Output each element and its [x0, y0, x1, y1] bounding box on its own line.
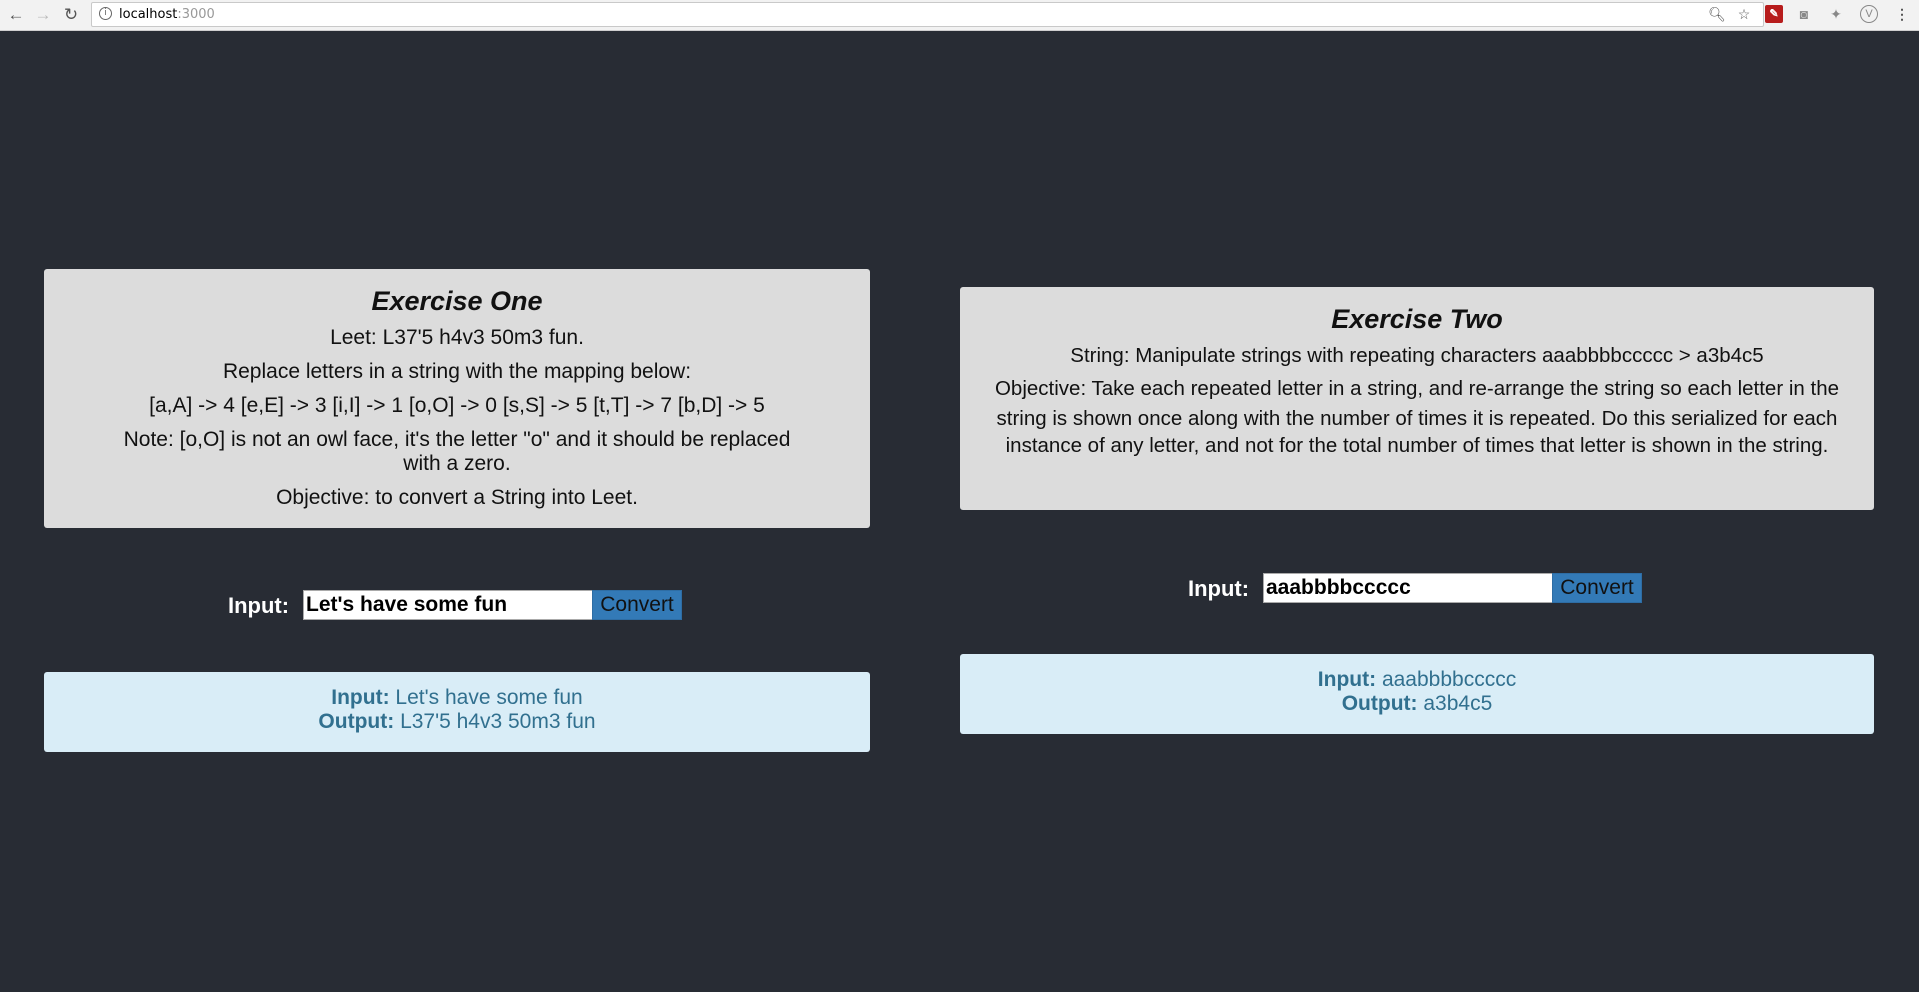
exercise-two-result-input: Input: aaabbbbccccc — [1317, 668, 1517, 691]
forward-icon[interactable]: → — [32, 4, 54, 26]
camera-icon[interactable]: ◙ — [1795, 5, 1813, 23]
exercise-two-card: Exercise Two String: Manipulate strings … — [960, 287, 1874, 510]
extension-v-icon[interactable]: V — [1860, 5, 1878, 23]
exercise-one-result: Input: Let's have some fun Output: L37'5… — [44, 672, 870, 752]
menu-icon[interactable]: ⋮ — [1893, 5, 1911, 23]
address-bar[interactable]: i localhost:3000 🔍︎ ☆ — [91, 2, 1764, 27]
exercise-two-input-row: Input: Convert — [1188, 573, 1643, 603]
exercise-two-result-output: Output: a3b4c5 — [1341, 692, 1493, 715]
exercise-two-objective-line: Objective: Take each repeated letter in … — [994, 377, 1840, 400]
exercise-two-string-line: String: Manipulate strings with repeatin… — [1070, 344, 1764, 367]
back-icon[interactable]: ← — [5, 4, 27, 26]
exercise-one-result-output: Output: L37'5 h4v3 50m3 fun — [318, 710, 596, 733]
exercise-two-instance-line: instance of any letter, and not for the … — [1005, 434, 1829, 457]
exercise-one-mapping-line: [a,A] -> 4 [e,E] -> 3 [i,I] -> 1 [o,O] -… — [149, 394, 765, 417]
exercise-one-input-label: Input: — [228, 593, 290, 618]
exercise-one-input-row: Input: Convert — [228, 590, 683, 620]
exercise-two-title: Exercise Two — [1331, 304, 1503, 334]
extension-red-icon[interactable]: ✎ — [1765, 5, 1783, 23]
zoom-icon[interactable]: 🔍︎ — [1708, 5, 1726, 23]
star-icon[interactable]: ☆ — [1735, 5, 1753, 23]
exercise-one-leet-line: Leet: L37'5 h4v3 50m3 fun. — [330, 326, 584, 349]
exercise-one-card: Exercise One Leet: L37'5 h4v3 50m3 fun. … — [44, 269, 870, 528]
exercise-one-input-field[interactable] — [303, 590, 593, 620]
url-text: localhost:3000 — [119, 7, 215, 22]
exercise-one-convert-button[interactable]: Convert — [592, 590, 682, 620]
browser-toolbar: ← → ↻ i localhost:3000 🔍︎ ☆ ✎ ◙ ✦ V ⋮ — [0, 0, 1919, 31]
exercise-two-result: Input: aaabbbbccccc Output: a3b4c5 — [960, 654, 1874, 734]
info-icon[interactable]: i — [99, 7, 112, 20]
exercise-one-result-input: Input: Let's have some fun — [331, 686, 583, 709]
exercise-two-string-shown-line: string is shown once along with the numb… — [996, 407, 1838, 430]
exercise-two-input-field[interactable] — [1263, 573, 1553, 603]
exercise-two-input-label: Input: — [1188, 576, 1250, 601]
extension-icon[interactable]: ✦ — [1827, 5, 1845, 23]
exercise-two-convert-button[interactable]: Convert — [1552, 573, 1642, 603]
reload-icon[interactable]: ↻ — [60, 4, 82, 26]
exercise-one-note-line: Note: [o,O] is not an owl face, it's the… — [123, 428, 791, 475]
exercise-one-objective-line: Objective: to convert a String into Leet… — [276, 486, 638, 509]
exercise-one-title: Exercise One — [371, 286, 543, 316]
exercise-one-replace-line: Replace letters in a string with the map… — [222, 360, 692, 383]
